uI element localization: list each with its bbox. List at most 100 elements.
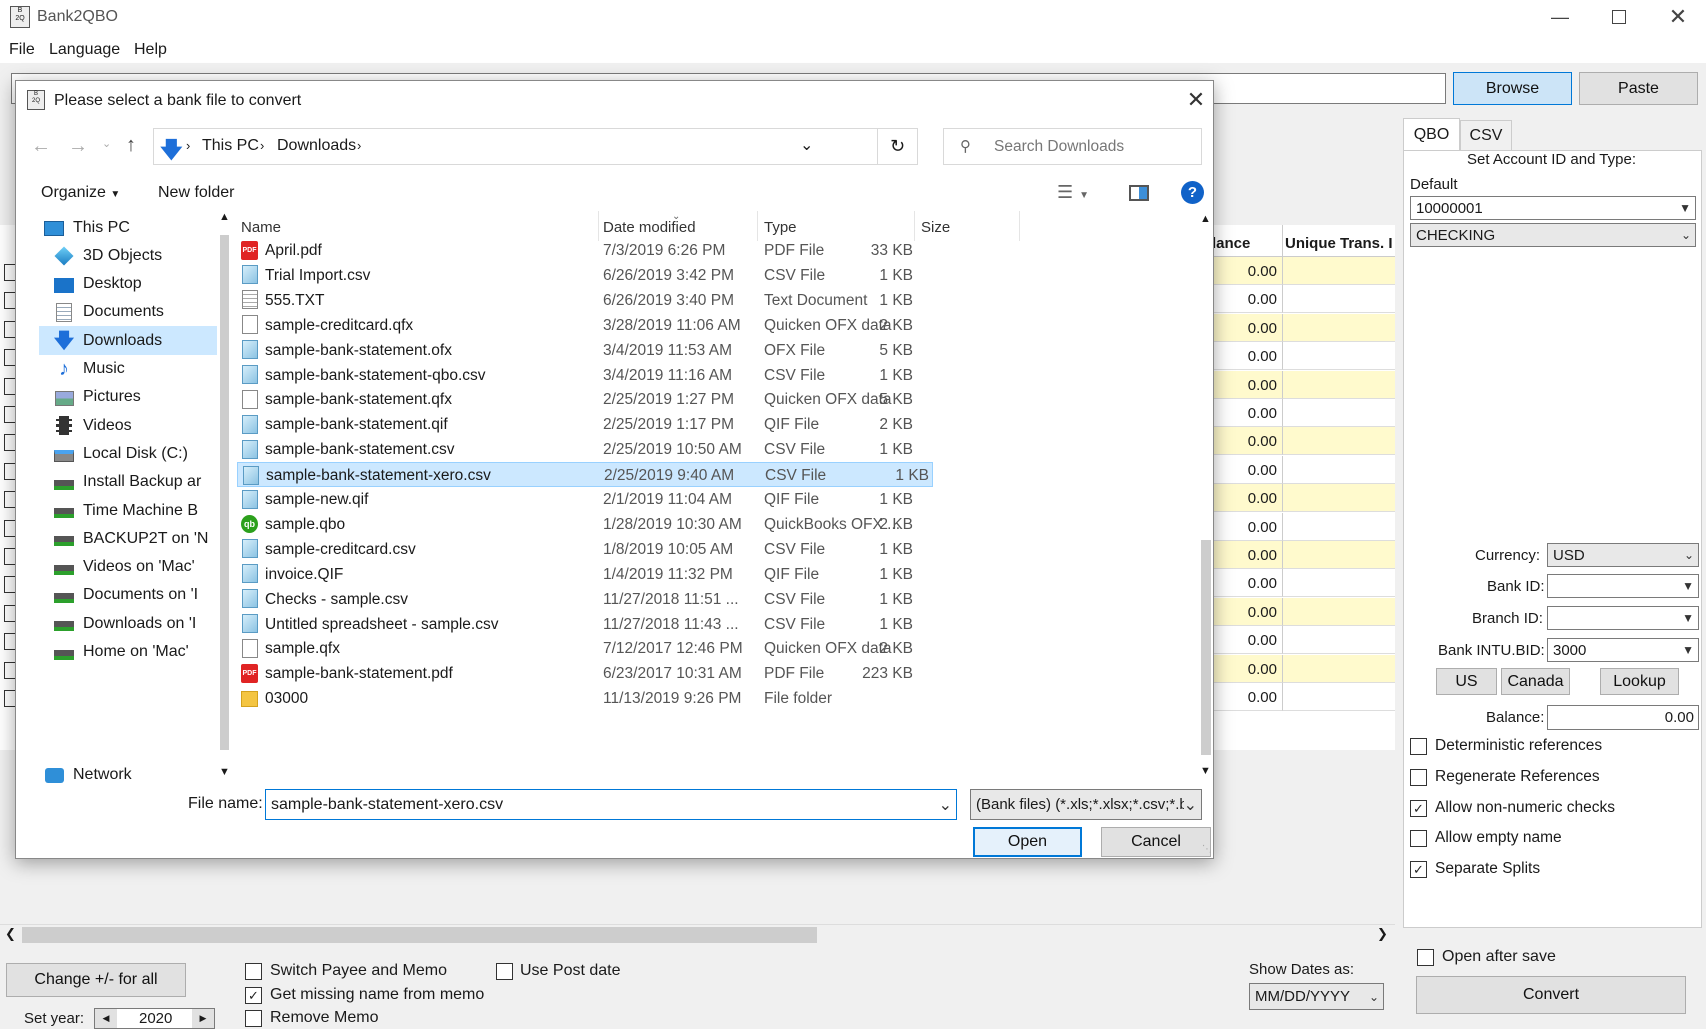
view-options-icon[interactable]: ☰ ▼ (1057, 182, 1089, 203)
file-row[interactable]: sample.qfx 7/12/2017 12:46 PM Quicken OFX … (220, 636, 1000, 661)
bank-id-combo[interactable]: ▼ (1547, 574, 1699, 598)
recent-chevron-icon[interactable]: ⌄ (102, 137, 111, 150)
year-spinner[interactable]: ◀ 2020 ▶ (94, 1008, 215, 1029)
option-checkbox-deterministic-references[interactable] (1410, 738, 1427, 755)
date-format-select[interactable]: MM/DD/YYYY ⌄ (1249, 983, 1384, 1010)
use-post-date-checkbox[interactable] (496, 963, 513, 980)
file-row[interactable]: sample-bank-statement.csv 2/25/2019 10:50… (220, 437, 1000, 462)
scroll-right-icon[interactable]: ❯ (1377, 926, 1388, 942)
switch-payee-checkbox[interactable] (245, 963, 262, 980)
preview-pane-icon[interactable] (1129, 185, 1149, 201)
cancel-button[interactable]: Cancel (1101, 827, 1211, 857)
file-row[interactable]: invoice.QIF 1/4/2019 11:32 PM QIF File 1 KB (220, 562, 1000, 587)
chevron-down-icon[interactable]: ⌄ (1369, 990, 1379, 1004)
change-all-button[interactable]: Change +/- for all (6, 963, 186, 997)
account-type-select[interactable]: CHECKING ⌄ (1410, 223, 1696, 247)
unique-trans-cell[interactable] (1283, 654, 1395, 683)
convert-button[interactable]: Convert (1416, 976, 1686, 1014)
file-type-filter[interactable]: (Bank files) (*.xls;*.xlsx;*.csv;*.b ⌄ (970, 789, 1202, 820)
up-arrow-icon[interactable]: ↑ (126, 134, 136, 157)
refresh-button[interactable]: ↻ (877, 128, 918, 165)
scroll-thumb[interactable] (22, 927, 817, 943)
grid-horizontal-scrollbar[interactable]: ❮ ❯ (0, 924, 1395, 944)
option-checkbox-allow-non-numeric-checks[interactable]: ✓ (1410, 799, 1427, 817)
minimize-icon[interactable]: — (1545, 4, 1575, 30)
column-header-size[interactable]: Size (921, 219, 1001, 236)
tab-csv[interactable]: CSV (1460, 120, 1512, 150)
get-missing-checkbox[interactable]: ✓ (245, 987, 262, 1004)
currency-select[interactable]: USD ⌄ (1547, 543, 1699, 567)
unique-trans-cell[interactable] (1283, 683, 1395, 711)
breadcrumb-this-pc[interactable]: This PC (202, 137, 259, 155)
menu-file[interactable]: File (9, 41, 35, 59)
chevron-down-icon[interactable]: ▼ (1679, 201, 1691, 215)
file-row[interactable]: sample-creditcard.csv 1/8/2019 10:05 AM CS… (220, 537, 1000, 562)
files-scrollbar[interactable]: ▲ ▼ (1199, 213, 1213, 781)
tab-qbo[interactable]: QBO (1403, 118, 1460, 150)
chevron-down-icon[interactable]: ⌄ (1183, 794, 1197, 815)
chevron-down-icon[interactable]: ▼ (1682, 611, 1694, 625)
file-name-combo[interactable]: sample-bank-statement-xero.csv ⌄ (265, 789, 957, 820)
unique-trans-cell[interactable] (1283, 512, 1395, 541)
unique-trans-cell[interactable] (1283, 427, 1395, 456)
file-row[interactable]: sample-creditcard.qfx 3/28/2019 11:06 AM Q… (220, 313, 1000, 338)
year-decrement-icon[interactable]: ◀ (95, 1009, 117, 1028)
address-history-chevron-icon[interactable]: ⌄ (800, 135, 813, 155)
unique-trans-cell[interactable] (1283, 399, 1395, 427)
organize-menu[interactable]: Organize ▼ (41, 184, 120, 202)
close-window-icon[interactable]: ✕ (1663, 3, 1693, 31)
menu-help[interactable]: Help (134, 41, 167, 59)
file-row[interactable]: qb sample.qbo 1/28/2019 10:30 AM QuickBooks… (220, 512, 1000, 537)
option-checkbox-regenerate-references[interactable] (1410, 768, 1427, 786)
unique-trans-cell[interactable] (1283, 569, 1395, 598)
chevron-down-icon[interactable]: ⌄ (939, 795, 952, 815)
us-button[interactable]: US (1436, 668, 1497, 695)
back-arrow-icon[interactable]: ← (31, 135, 51, 158)
scroll-left-icon[interactable]: ❮ (5, 926, 16, 942)
file-row[interactable]: Untitled spreadsheet - sample.csv 11/27/2… (220, 612, 1000, 637)
unique-trans-cell[interactable] (1283, 285, 1395, 314)
forward-arrow-icon[interactable]: → (68, 135, 88, 158)
intu-bid-combo[interactable]: 3000 ▼ (1547, 638, 1699, 662)
chevron-down-icon[interactable]: ▼ (1682, 579, 1694, 593)
open-after-save-checkbox[interactable] (1417, 949, 1434, 966)
column-divider[interactable] (914, 211, 915, 241)
file-row[interactable]: sample-bank-statement.qfx 2/25/2019 1:27 … (220, 387, 1000, 412)
file-row[interactable]: Trial Import.csv 6/26/2019 3:42 PM CSV Fil… (220, 263, 1000, 288)
files-scroll-down-icon[interactable]: ▼ (1200, 765, 1211, 777)
unique-trans-cell[interactable] (1283, 484, 1395, 513)
unique-trans-cell[interactable] (1283, 626, 1395, 655)
file-row[interactable]: 03000 11/13/2019 9:26 PM File folder (220, 686, 1000, 711)
chevron-down-icon[interactable]: ⌄ (1684, 548, 1694, 562)
column-divider[interactable] (1019, 211, 1020, 241)
unique-trans-cell[interactable] (1283, 455, 1395, 484)
remove-memo-checkbox[interactable] (245, 1010, 262, 1027)
file-row[interactable]: 555.TXT 6/26/2019 3:40 PM Text Document 1 K… (220, 288, 1000, 313)
menu-language[interactable]: Language (49, 41, 120, 59)
breadcrumb-downloads[interactable]: Downloads (277, 137, 356, 155)
column-header-type[interactable]: Type (764, 219, 914, 236)
unique-trans-cell[interactable] (1283, 313, 1395, 342)
grid-header-unique[interactable]: Unique Trans. I (1283, 225, 1395, 257)
column-divider[interactable] (757, 211, 758, 241)
maximize-icon[interactable] (1612, 10, 1626, 24)
help-icon[interactable]: ? (1181, 181, 1204, 204)
new-folder-button[interactable]: New folder (158, 184, 234, 202)
open-button[interactable]: Open (973, 827, 1082, 857)
unique-trans-cell[interactable] (1283, 370, 1395, 399)
files-scroll-thumb[interactable] (1201, 540, 1211, 755)
chevron-down-icon[interactable]: ▼ (1682, 643, 1694, 657)
canada-button[interactable]: Canada (1501, 668, 1570, 695)
account-id-combo[interactable]: 10000001 ▼ (1410, 196, 1696, 220)
file-row[interactable]: Checks - sample.csv 11/27/2018 11:51 ... C… (220, 587, 1000, 612)
year-increment-icon[interactable]: ▶ (192, 1009, 214, 1028)
lookup-button[interactable]: Lookup (1600, 668, 1679, 695)
unique-trans-cell[interactable] (1283, 541, 1395, 569)
file-row[interactable]: PDF April.pdf 7/3/2019 6:26 PM PDF File 33 K… (220, 238, 1000, 263)
column-header-name[interactable]: Name (241, 219, 541, 236)
branch-id-combo[interactable]: ▼ (1547, 606, 1699, 630)
column-divider[interactable] (598, 211, 599, 241)
search-input[interactable]: ⚲ Search Downloads (943, 128, 1202, 165)
resize-grip-icon[interactable]: ⋱ (1202, 844, 1212, 855)
file-row[interactable]: sample-bank-statement.qif 2/25/2019 1:17 … (220, 412, 1000, 437)
